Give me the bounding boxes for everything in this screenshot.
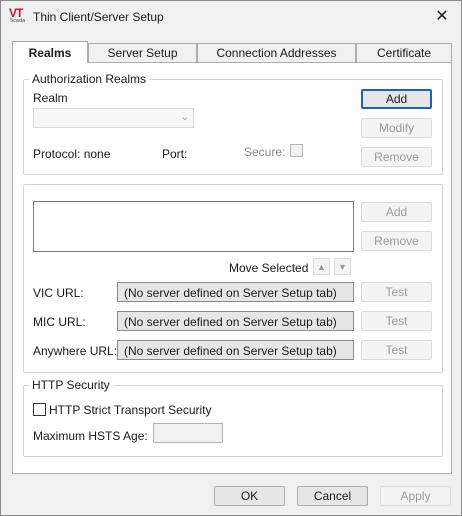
realm-label: Realm [33,91,68,105]
test-anywhere-url-button[interactable]: Test [361,340,432,360]
realms-tab-panel: Authorization Realms Realm ⌄ Protocol: n… [12,62,452,474]
hsts-label: HTTP Strict Transport Security [49,403,212,417]
protocol-label: Protocol: none [33,147,111,161]
secure-label: Secure: [244,145,286,159]
secure-checkbox[interactable] [290,144,303,157]
test-mic-url-button[interactable]: Test [361,311,432,331]
window-title: Thin Client/Server Setup [33,10,164,24]
max-hsts-age-input[interactable] [153,423,223,443]
modify-realm-button[interactable]: Modify [361,118,432,138]
move-up-button[interactable]: ▲ [313,258,330,275]
tab-server-setup[interactable]: Server Setup [88,43,197,62]
cancel-button[interactable]: Cancel [297,486,368,506]
close-icon[interactable]: ✕ [431,5,453,27]
vic-url-label: VIC URL: [33,286,84,300]
http-security-title: HTTP Security [29,378,113,392]
http-security-group [23,385,443,457]
anywhere-url-label: Anywhere URL: [33,344,118,358]
move-down-button[interactable]: ▼ [334,258,351,275]
vtscada-logo-icon: VT Scada [9,6,26,24]
mic-url-field: (No server defined on Server Setup tab) [117,311,354,331]
mic-url-label: MIC URL: [33,315,86,329]
urls-listbox[interactable] [33,201,354,252]
apply-button[interactable]: Apply [380,486,451,506]
add-realm-button[interactable]: Add [361,89,432,109]
realm-select[interactable]: ⌄ [33,108,194,128]
setup-dialog: VT Scada Thin Client/Server Setup ✕ Real… [0,0,462,516]
tab-realms[interactable]: Realms [12,41,88,63]
arrow-down-icon: ▼ [338,261,347,272]
add-url-button[interactable]: Add [361,202,432,222]
remove-url-button[interactable]: Remove [361,231,432,251]
title-bar: VT Scada Thin Client/Server Setup ✕ [1,1,461,33]
vic-url-field: (No server defined on Server Setup tab) [117,282,354,302]
ok-button[interactable]: OK [214,486,285,506]
move-selected-label: Move Selected [229,261,309,275]
hsts-checkbox[interactable] [33,403,46,416]
arrow-up-icon: ▲ [317,261,326,272]
remove-realm-button[interactable]: Remove [361,147,432,167]
anywhere-url-field: (No server defined on Server Setup tab) [117,340,354,360]
test-vic-url-button[interactable]: Test [361,282,432,302]
chevron-down-icon: ⌄ [180,112,189,123]
authorization-realms-title: Authorization Realms [29,72,150,86]
tab-connection-addresses[interactable]: Connection Addresses [197,43,356,62]
max-hsts-age-label: Maximum HSTS Age: [33,429,148,443]
tab-certificate[interactable]: Certificate [356,43,452,62]
port-label: Port: [162,147,188,161]
